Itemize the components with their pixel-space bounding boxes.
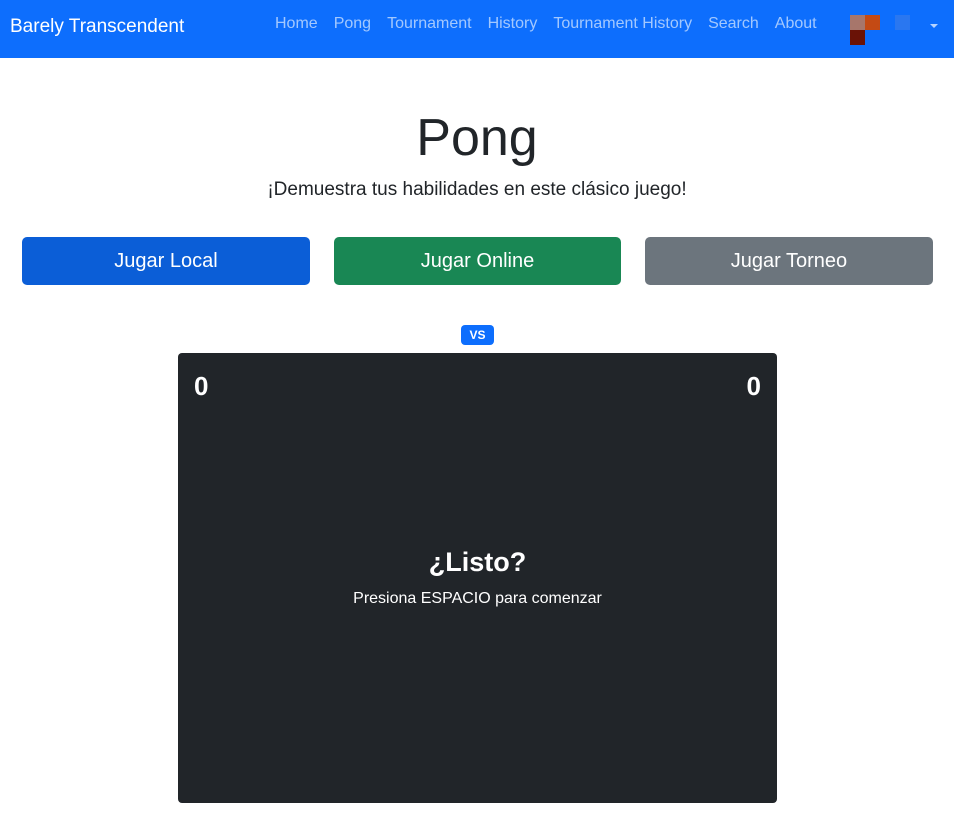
avatar-pixel [865, 15, 880, 30]
start-instruction: Presiona ESPACIO para comenzar [353, 590, 602, 607]
vs-badge: VS [461, 325, 494, 345]
nav-link-history[interactable]: History [480, 14, 546, 34]
nav-link-home[interactable]: Home [267, 14, 326, 34]
ready-prompt: ¿Listo? [428, 547, 527, 577]
score-left: 0 [194, 371, 209, 401]
nav-link-tournament[interactable]: Tournament [379, 14, 480, 34]
play-local-button[interactable]: Jugar Local [22, 237, 310, 285]
navbar: Barely Transcendent Home Pong Tournament… [0, 0, 954, 58]
nav-link-about[interactable]: About [767, 14, 825, 34]
dropdown-caret-icon[interactable] [930, 24, 938, 28]
nav-link-pong[interactable]: Pong [326, 14, 379, 34]
avatar-pixel [850, 30, 865, 45]
play-online-button[interactable]: Jugar Online [334, 237, 621, 285]
game-canvas[interactable]: 0 0 ¿Listo? Presiona ESPACIO para comenz… [178, 353, 777, 803]
brand-link[interactable]: Barely Transcendent [10, 16, 184, 38]
page-title: Pong [416, 109, 538, 167]
status-indicator-icon [895, 15, 910, 30]
score-right: 0 [746, 371, 761, 401]
play-tournament-button[interactable]: Jugar Torneo [645, 237, 933, 285]
avatar-pixel [850, 15, 865, 30]
nav-link-search[interactable]: Search [700, 14, 767, 34]
page-subtitle: ¡Demuestra tus habilidades en este clási… [267, 179, 687, 200]
nav-link-tournament-history[interactable]: Tournament History [545, 14, 700, 34]
nav-links: Home Pong Tournament History Tournament … [267, 14, 825, 34]
user-avatar[interactable] [850, 15, 880, 45]
